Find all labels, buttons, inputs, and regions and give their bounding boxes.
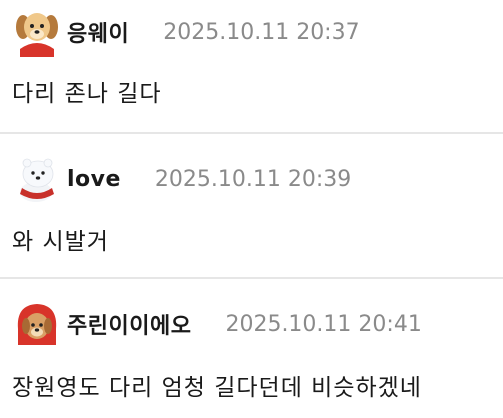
comment-timestamp: 2025.10.11 20:41 — [225, 311, 422, 337]
comment-timestamp: 2025.10.11 20:37 — [163, 19, 360, 45]
comment-header: 응웨이 2025.10.11 20:37 — [12, 7, 360, 57]
comment-divider — [0, 132, 503, 134]
comment-header: love 2025.10.11 20:39 — [12, 154, 351, 204]
comment-text: 다리 존나 길다 — [12, 81, 162, 107]
comment-nickname[interactable]: 응웨이 — [67, 16, 129, 48]
comment-nickname[interactable]: 주린이이에오 — [67, 308, 191, 340]
polar-bear-cub-icon[interactable] — [12, 154, 62, 204]
comment-timestamp: 2025.10.11 20:39 — [154, 166, 352, 192]
comment-text: 장원영도 다리 엄청 길다던데 비슷하겠네 — [12, 375, 422, 401]
puppy-red-hood-icon[interactable] — [12, 299, 62, 349]
comment-divider — [0, 277, 503, 279]
comment-text: 와 시발거 — [12, 229, 109, 255]
comment-header: 주린이이에오 2025.10.11 20:41 — [12, 299, 422, 349]
puppy-icon[interactable] — [12, 7, 62, 57]
comment-nickname[interactable]: love — [67, 167, 121, 192]
